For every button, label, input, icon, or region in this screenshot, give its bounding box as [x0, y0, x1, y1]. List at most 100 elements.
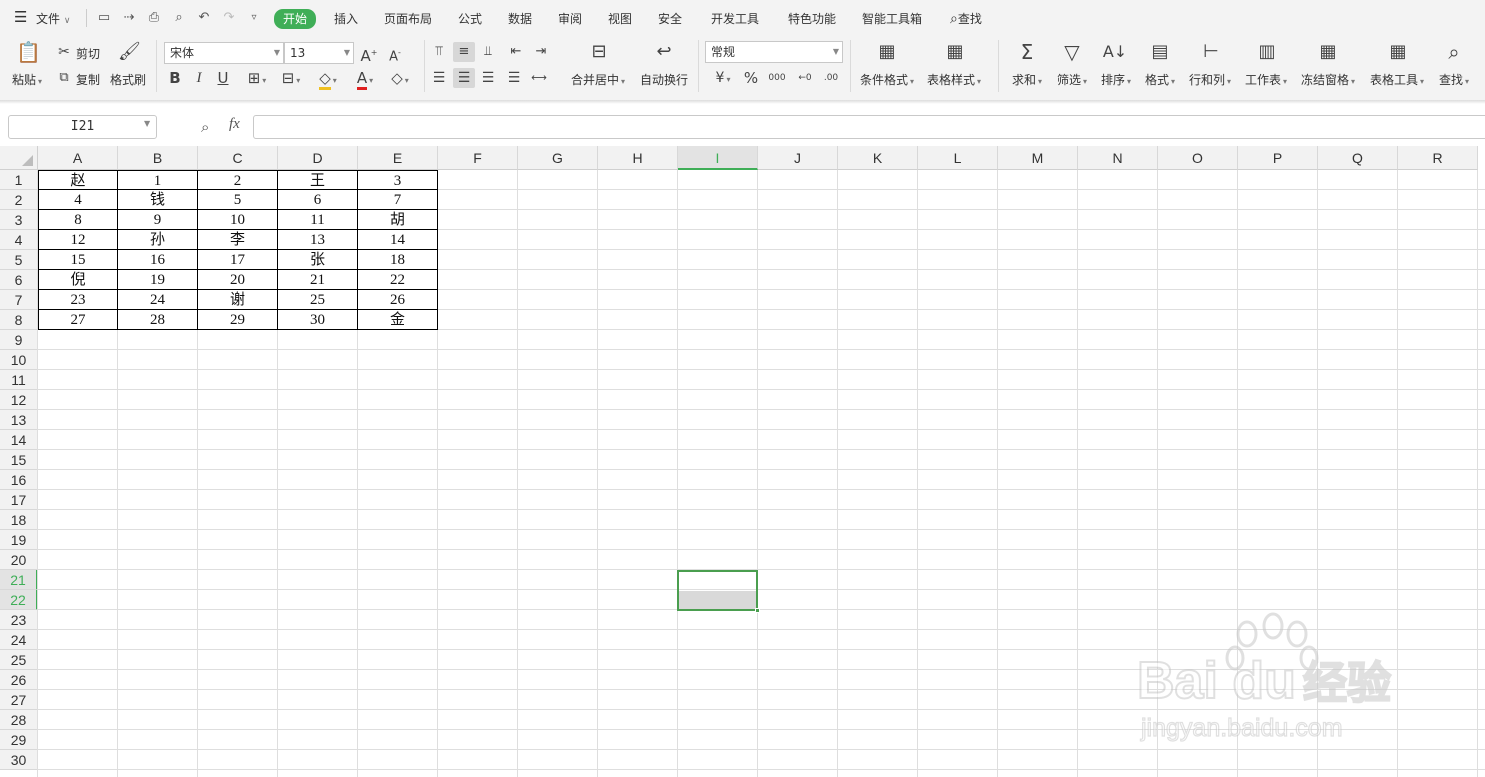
cell-c6[interactable]: 20	[198, 270, 278, 290]
font-name-select[interactable]: 宋体 ▼	[164, 42, 284, 64]
cell-e6[interactable]: 22	[358, 270, 438, 290]
table-style-button[interactable]: 表格样式 ▾	[927, 71, 981, 88]
tab-formulas[interactable]: 公式	[458, 10, 482, 28]
cell-c3[interactable]: 10	[198, 210, 278, 230]
tab-developer[interactable]: 开发工具	[711, 10, 759, 28]
cell-b3[interactable]: 9	[118, 210, 198, 230]
font-color-icon[interactable]: A ▾	[350, 68, 380, 91]
cell-d5[interactable]: 张	[278, 250, 358, 270]
paste-button[interactable]: 粘贴 ▾	[12, 71, 42, 88]
cell-d7[interactable]: 25	[278, 290, 358, 310]
worksheet-button[interactable]: 工作表 ▾	[1245, 71, 1287, 88]
cell-b5[interactable]: 16	[118, 250, 198, 270]
sum-button[interactable]: 求和 ▾	[1012, 71, 1042, 88]
copy-button[interactable]: 复制	[76, 71, 100, 88]
column-header-d[interactable]: D	[278, 146, 358, 170]
format-painter-button[interactable]: 格式刷	[110, 71, 146, 88]
cell-b4[interactable]: 孙	[118, 230, 198, 250]
merge-center-button[interactable]: 合并居中 ▾	[571, 71, 625, 88]
cell-a1[interactable]: 赵	[38, 170, 118, 190]
row-header-30[interactable]: 30	[0, 750, 38, 770]
sum-icon[interactable]: Σ	[1014, 42, 1040, 62]
tab-review[interactable]: 审阅	[558, 10, 582, 28]
table-tools-icon[interactable]: ▦	[1385, 42, 1411, 62]
column-header-c[interactable]: C	[198, 146, 278, 170]
column-header-a[interactable]: A	[38, 146, 118, 170]
column-header-g[interactable]: G	[518, 146, 598, 170]
decrease-font-icon[interactable]: A-	[386, 43, 404, 67]
number-format-select[interactable]: 常规 ▼	[705, 41, 843, 63]
cell-d3[interactable]: 11	[278, 210, 358, 230]
row-header-17[interactable]: 17	[0, 490, 38, 510]
row-header-28[interactable]: 28	[0, 710, 38, 730]
row-header-18[interactable]: 18	[0, 510, 38, 530]
cell-a4[interactable]: 12	[38, 230, 118, 250]
print-icon[interactable]: ⎙	[146, 10, 162, 26]
row-header-7[interactable]: 7	[0, 290, 38, 310]
tab-insert[interactable]: 插入	[334, 10, 358, 28]
row-header-27[interactable]: 27	[0, 690, 38, 710]
cell-b8[interactable]: 28	[118, 310, 198, 330]
column-header-p[interactable]: P	[1238, 146, 1318, 170]
row-header-3[interactable]: 3	[0, 210, 38, 230]
row-header-8[interactable]: 8	[0, 310, 38, 330]
currency-icon[interactable]: ¥ ▾	[708, 68, 738, 90]
align-bottom-icon[interactable]: ⫫	[479, 42, 497, 62]
decrease-indent-icon[interactable]: ⇤	[507, 42, 525, 62]
row-header-2[interactable]: 2	[0, 190, 38, 210]
table-style-icon[interactable]: ▦	[942, 42, 968, 62]
print-preview-icon[interactable]: ⌕	[171, 10, 187, 26]
customize-quick-access-icon[interactable]: ▿	[246, 10, 262, 26]
row-header-11[interactable]: 11	[0, 370, 38, 390]
cell-e5[interactable]: 18	[358, 250, 438, 270]
save-icon[interactable]: ▭	[96, 10, 112, 26]
cell-b6[interactable]: 19	[118, 270, 198, 290]
format-painter-icon[interactable]: 🖌	[118, 42, 141, 66]
paste-icon[interactable]: 📋	[16, 42, 41, 66]
cell-e2[interactable]: 7	[358, 190, 438, 210]
row-header-4[interactable]: 4	[0, 230, 38, 250]
cell-style-icon[interactable]: ⊟ ▾	[277, 68, 305, 91]
underline-icon[interactable]: U	[214, 68, 232, 88]
tab-view[interactable]: 视图	[608, 10, 632, 28]
cell-d4[interactable]: 13	[278, 230, 358, 250]
wrap-text-button[interactable]: 自动换行	[640, 71, 688, 88]
tab-page-layout[interactable]: 页面布局	[384, 10, 432, 28]
cell-e7[interactable]: 26	[358, 290, 438, 310]
cut-button[interactable]: 剪切	[76, 45, 100, 62]
column-header-k[interactable]: K	[838, 146, 918, 170]
thousands-icon[interactable]: 000	[766, 68, 788, 88]
column-header-f[interactable]: F	[438, 146, 518, 170]
cell-a5[interactable]: 15	[38, 250, 118, 270]
row-header-13[interactable]: 13	[0, 410, 38, 430]
cell-a2[interactable]: 4	[38, 190, 118, 210]
cell-d8[interactable]: 30	[278, 310, 358, 330]
row-header-26[interactable]: 26	[0, 670, 38, 690]
wrap-text-icon[interactable]: ↩	[651, 42, 677, 62]
tab-security[interactable]: 安全	[658, 10, 682, 28]
worksheet-icon[interactable]: ▥	[1254, 42, 1280, 62]
conditional-format-button[interactable]: 条件格式 ▾	[860, 71, 914, 88]
column-header-b[interactable]: B	[118, 146, 198, 170]
column-header-m[interactable]: M	[998, 146, 1078, 170]
cell-e8[interactable]: 金	[358, 310, 438, 330]
sort-icon[interactable]: A↓	[1102, 42, 1128, 62]
column-header-h[interactable]: H	[598, 146, 678, 170]
cell-d1[interactable]: 王	[278, 170, 358, 190]
table-tools-button[interactable]: 表格工具 ▾	[1370, 71, 1424, 88]
redo-icon[interactable]: ↷	[221, 10, 237, 26]
format-icon[interactable]: ▤	[1147, 42, 1173, 62]
cell-e4[interactable]: 14	[358, 230, 438, 250]
formula-input[interactable]	[253, 115, 1485, 139]
conditional-format-icon[interactable]: ▦	[874, 42, 900, 62]
row-header-16[interactable]: 16	[0, 470, 38, 490]
filter-button[interactable]: 筛选 ▾	[1057, 71, 1087, 88]
borders-icon[interactable]: ⊞ ▾	[243, 68, 271, 91]
row-header-12[interactable]: 12	[0, 390, 38, 410]
cell-b2[interactable]: 钱	[118, 190, 198, 210]
decrease-decimal-icon[interactable]: .00	[820, 68, 842, 88]
name-box[interactable]: I21	[8, 115, 157, 139]
column-header-n[interactable]: N	[1078, 146, 1158, 170]
cell-d2[interactable]: 6	[278, 190, 358, 210]
tab-home[interactable]: 开始	[274, 9, 317, 29]
